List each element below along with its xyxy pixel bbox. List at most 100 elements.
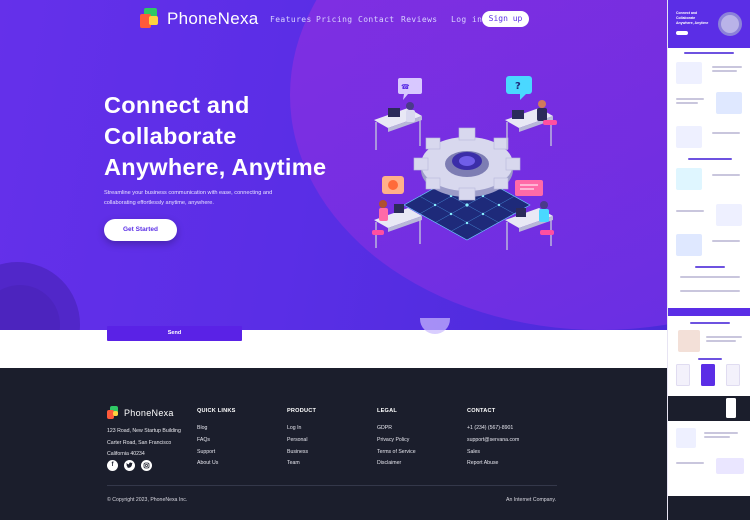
address-line: California 40234 — [107, 451, 145, 457]
thumbnail-hero-title: Connect and Collaborate Anywhere, Anytim… — [676, 11, 709, 25]
thumbnail-text-line — [676, 210, 704, 212]
footer-col-contact: CONTACT +1 (234) (567)-8901 support@serv… — [467, 408, 519, 470]
thumbnail-hero: Connect and Collaborate Anywhere, Anytim… — [668, 0, 750, 48]
thumbnail-trusted-band — [668, 308, 750, 316]
instagram-icon[interactable] — [141, 460, 152, 471]
footer-link-gdpr[interactable]: GDPR — [377, 423, 416, 435]
footer-col-title: LEGAL — [377, 408, 397, 414]
nav-link-features[interactable]: Features — [270, 15, 312, 24]
thumbnail-feature-image — [716, 204, 742, 226]
thumbnail-heading-bar — [684, 52, 734, 54]
document-bubble-icon — [515, 180, 543, 196]
footer-link-terms[interactable]: Terms of Service — [377, 447, 416, 459]
thumbnail-text-line — [704, 432, 738, 434]
nav-link-contact[interactable]: Contact — [358, 15, 395, 24]
page-thumbnail-minimap[interactable]: Connect and Collaborate Anywhere, Anytim… — [667, 0, 750, 520]
brand-logo-icon — [107, 406, 121, 420]
nav-link-reviews[interactable]: Reviews — [401, 15, 438, 24]
footer-link-disclaimer[interactable]: Disclaimer — [377, 458, 416, 470]
social-links: f — [107, 460, 158, 471]
footer-divider — [107, 485, 557, 486]
footer-col-legal: LEGAL GDPR Privacy Policy Terms of Servi… — [377, 408, 416, 470]
footer-link-report-abuse[interactable]: Report Abuse — [467, 458, 519, 470]
nav-link-pricing[interactable]: Pricing — [316, 15, 353, 24]
thumbnail-heading-bar — [690, 322, 730, 324]
thumbnail-text-line — [712, 174, 740, 176]
hero-title-line: Collaborate — [104, 123, 237, 149]
hero-subtitle: Streamline your business communication w… — [104, 190, 273, 206]
thumbnail-gear-icon — [718, 12, 742, 36]
send-button[interactable]: Send — [107, 326, 242, 341]
thumbnail-heading-bar — [688, 158, 732, 160]
footer-col-title: CONTACT — [467, 408, 496, 414]
hero-title: Connect and Collaborate Anywhere, Anytim… — [104, 90, 364, 183]
question-bubble-icon: ? — [506, 76, 532, 100]
facebook-icon[interactable]: f — [107, 460, 118, 471]
thumbnail-contact-image — [716, 458, 744, 474]
desk-top-left — [374, 102, 422, 150]
thumbnail-pricing-card — [701, 364, 715, 386]
thumbnail-feature-image — [716, 92, 742, 114]
thumbnail-text-line — [712, 70, 737, 72]
main-page: PhoneNexa Features Pricing Contact Revie… — [0, 0, 667, 520]
footer-tagline: An Internet Company. — [506, 497, 557, 503]
footer-link-team[interactable]: Team — [287, 458, 316, 470]
footer-copyright: © Copyright 2023, PhoneNexa Inc. — [107, 497, 188, 503]
megaphone-bubble-icon — [382, 176, 404, 194]
footer-col-title: PRODUCT — [287, 408, 317, 414]
footer-link-support[interactable]: Support — [197, 447, 236, 459]
thumbnail-text-line — [676, 462, 704, 464]
footer-link-login[interactable]: Log In — [287, 423, 316, 435]
hero-title-line: Connect and — [104, 92, 250, 118]
footer-brand-link[interactable]: PhoneNexa — [107, 406, 174, 420]
hero-section: PhoneNexa Features Pricing Contact Revie… — [0, 0, 667, 330]
thumbnail-heading-bar — [695, 266, 725, 268]
thumbnail-testimonial-photo — [678, 330, 700, 352]
thumbnail-faq-image — [676, 428, 696, 448]
footer-link-about[interactable]: About Us — [197, 458, 236, 470]
address-line: Carter Road, San Francisco — [107, 439, 172, 446]
footer-phone-link[interactable]: +1 (234) (567)-8901 — [467, 423, 519, 435]
footer: PhoneNexa 123 Road, New Startup Building… — [0, 368, 667, 520]
thumbnail-pricing-card — [676, 364, 690, 386]
footer-email-link[interactable]: support@servana.com — [467, 435, 519, 447]
thumbnail-footer-band — [668, 496, 750, 520]
footer-link-sales[interactable]: Sales — [467, 447, 519, 459]
thumbnail-text-line — [704, 436, 730, 438]
thumbnail-feature-image — [676, 168, 702, 190]
svg-text:?: ? — [515, 81, 521, 92]
decor-half-circle — [420, 318, 450, 334]
brand-name: PhoneNexa — [167, 9, 259, 28]
twitter-icon[interactable] — [124, 460, 135, 471]
footer-link-privacy[interactable]: Privacy Policy — [377, 435, 416, 447]
footer-address: 123 Road, New Startup Building Carter Ro… — [107, 426, 181, 461]
gear-icon — [413, 127, 521, 201]
brand-logo-icon — [140, 8, 162, 30]
thumbnail-heading-bar — [698, 358, 722, 360]
thumbnail-pricing-card — [726, 364, 740, 386]
thumbnail-text-line — [680, 290, 740, 292]
thumbnail-text-line — [706, 336, 742, 338]
nav-login-link[interactable]: Log in — [451, 15, 482, 24]
footer-link-business[interactable]: Business — [287, 447, 316, 459]
footer-col-quick-links: QUICK LINKS Blog FAQs Support About Us — [197, 408, 236, 470]
page-root: PhoneNexa Features Pricing Contact Revie… — [0, 0, 750, 520]
footer-col-title: QUICK LINKS — [197, 408, 236, 414]
address-line: 123 Road, New Startup Building — [107, 428, 181, 434]
footer-brand-name: PhoneNexa — [124, 408, 174, 418]
get-started-button[interactable]: Get Started — [104, 219, 177, 241]
thumbnail-phone-image — [726, 398, 736, 418]
thumbnail-text-line — [712, 240, 740, 242]
thumbnail-text-line — [676, 102, 698, 104]
signup-button[interactable]: Sign up — [482, 11, 529, 27]
desk-top-right — [505, 100, 557, 150]
thumbnail-text-line — [706, 340, 736, 342]
svg-text:☎: ☎ — [401, 83, 410, 91]
thumbnail-text-line — [680, 276, 740, 278]
thumbnail-text-line — [712, 132, 740, 134]
footer-link-blog[interactable]: Blog — [197, 423, 236, 435]
footer-link-personal[interactable]: Personal — [287, 435, 316, 447]
footer-col-product: PRODUCT Log In Personal Business Team — [287, 408, 316, 470]
footer-link-faqs[interactable]: FAQs — [197, 435, 236, 447]
brand-logo-link[interactable]: PhoneNexa — [140, 8, 259, 30]
